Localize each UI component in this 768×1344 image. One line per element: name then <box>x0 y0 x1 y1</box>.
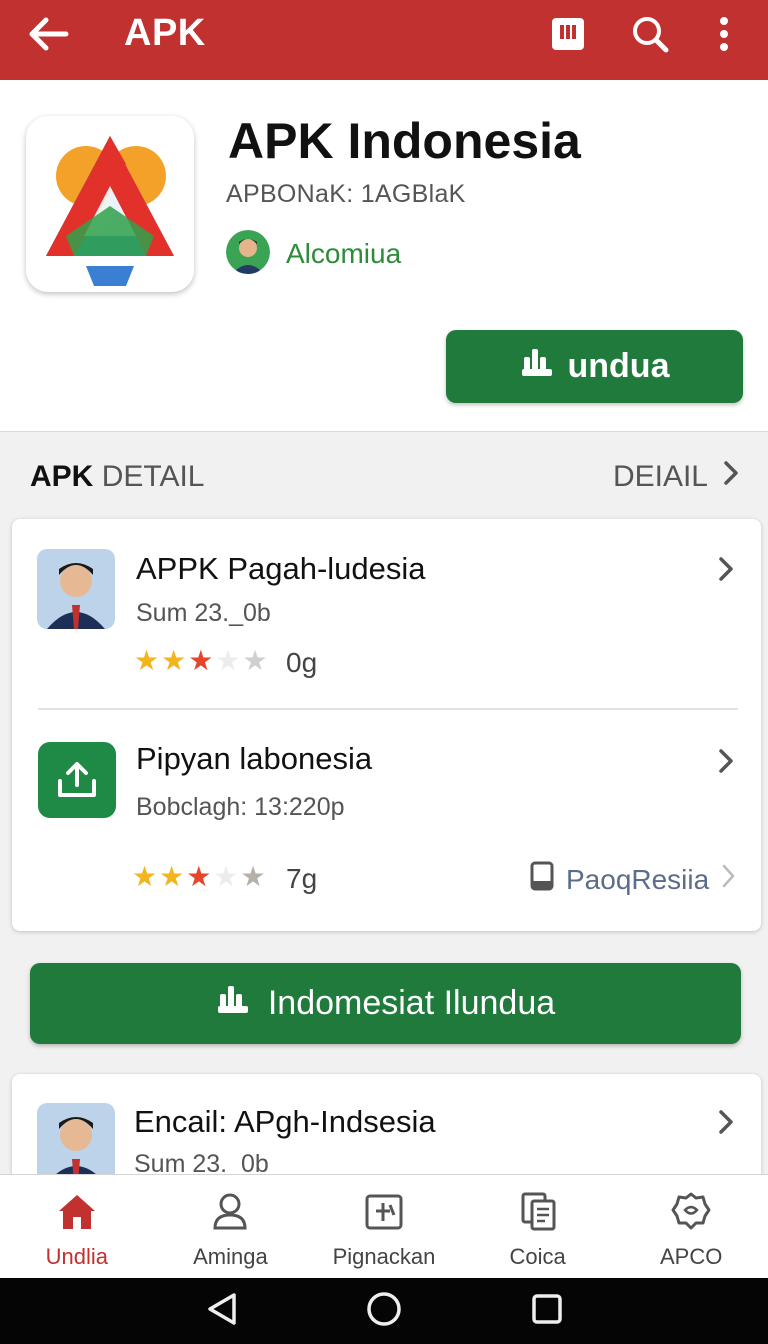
apk-list-card: APPK Pagah-ludesia Sum 23._0b ★ ★ ★ ★ ★ … <box>12 519 761 931</box>
rating-value: 7g <box>286 863 318 894</box>
app-bar-title: APK <box>124 12 206 54</box>
list-item-subtitle: Bobclagh: 13:220p <box>136 793 345 821</box>
recents-square-icon[interactable] <box>530 1292 564 1331</box>
app-name: APK Indonesia <box>228 113 581 169</box>
chevron-right-icon <box>716 555 736 583</box>
system-navigation-bar <box>0 1278 768 1344</box>
person-icon <box>210 1191 250 1236</box>
main-download-label: Indomesiat Ilundua <box>267 984 556 1022</box>
nav-item-documents[interactable]: Coica <box>461 1175 615 1278</box>
device-tag-label: PaoqResiia <box>566 863 710 895</box>
stats-icon[interactable] <box>546 12 590 56</box>
list-item-title: APPK Pagah-ludesia <box>136 551 426 586</box>
star-icon: ★ <box>134 645 160 676</box>
section-link-label: DEIAIL <box>612 460 708 493</box>
nav-item-account[interactable]: Aminga <box>154 1175 308 1278</box>
chevron-right-icon <box>720 863 740 891</box>
section-title-rest: DETAIL <box>101 460 205 493</box>
share-icon <box>38 742 116 818</box>
developer-avatar <box>226 230 270 274</box>
star-icon: ★ <box>186 861 212 892</box>
star-icon: ★ <box>213 861 239 892</box>
nav-label: APCO <box>659 1244 723 1269</box>
star-icon: ★ <box>215 645 241 676</box>
nav-item-home[interactable]: Undlia <box>0 1175 154 1278</box>
badge-icon <box>671 1191 711 1236</box>
main-download-button[interactable]: Indomesiat Ilundua <box>30 963 741 1044</box>
developer-name[interactable]: Alcomiua <box>286 238 401 270</box>
package-icon <box>364 1191 404 1236</box>
app-bar: APK <box>0 0 768 80</box>
list-item-title: Encail: APgh-Indsesia <box>134 1104 436 1139</box>
star-icon: ★ <box>132 861 158 892</box>
download-button-label: undua <box>567 347 670 385</box>
rating-value: 0g <box>286 647 318 678</box>
home-icon <box>55 1191 99 1236</box>
star-icon: ★ <box>161 645 187 676</box>
device-icon <box>530 861 554 898</box>
app-subtitle: APBONaK: 1AGBlaK <box>226 180 466 208</box>
nav-item-packages[interactable]: Pignackan <box>307 1175 461 1278</box>
nav-label: Undlia <box>45 1244 108 1269</box>
avatar <box>37 549 115 629</box>
star-icon: ★ <box>240 861 266 892</box>
back-triangle-icon[interactable] <box>204 1291 238 1332</box>
search-icon[interactable] <box>628 12 672 56</box>
list-item-title: Pipyan labonesia <box>136 741 373 776</box>
apk-list-card-2: Encail: APgh-Indsesia Sum 23._0b <box>12 1074 761 1184</box>
download-button[interactable]: undua <box>446 330 743 403</box>
device-tag[interactable]: PaoqResiia <box>530 861 709 898</box>
home-circle-icon[interactable] <box>365 1290 403 1333</box>
chevron-right-icon <box>716 1108 736 1136</box>
app-logo-icon <box>26 116 194 292</box>
section-title-bold: APK <box>30 460 94 493</box>
avatar <box>37 1103 115 1183</box>
document-icon <box>518 1191 558 1236</box>
rating-stars: ★ ★ ★ ★ ★ <box>134 647 268 675</box>
more-vert-icon[interactable] <box>702 12 746 56</box>
section-detail-link[interactable]: DEIAIL <box>613 460 740 494</box>
rating-stars: ★ ★ ★ ★ ★ <box>132 863 266 891</box>
back-arrow-icon[interactable] <box>26 14 74 54</box>
list-item-subtitle: Sum 23._0b <box>136 599 271 627</box>
chevron-right-icon <box>722 460 740 494</box>
star-icon: ★ <box>242 645 268 676</box>
section-title: APK DETAIL <box>30 460 205 494</box>
download-icon <box>520 347 554 386</box>
nav-label: Aminga <box>193 1244 268 1269</box>
chevron-right-icon <box>716 747 736 775</box>
nav-label: Pignackan <box>332 1244 436 1269</box>
download-icon <box>216 984 250 1023</box>
divider <box>38 708 738 710</box>
nav-item-apco[interactable]: APCO <box>614 1175 768 1278</box>
nav-label: Coica <box>509 1244 566 1269</box>
star-icon: ★ <box>159 861 185 892</box>
app-header: APK Indonesia APBONaK: 1AGBlaK Alcomiua … <box>0 80 768 432</box>
star-icon: ★ <box>188 645 214 676</box>
bottom-navigation: Undlia Aminga Pignackan Coica APCO <box>0 1174 768 1278</box>
